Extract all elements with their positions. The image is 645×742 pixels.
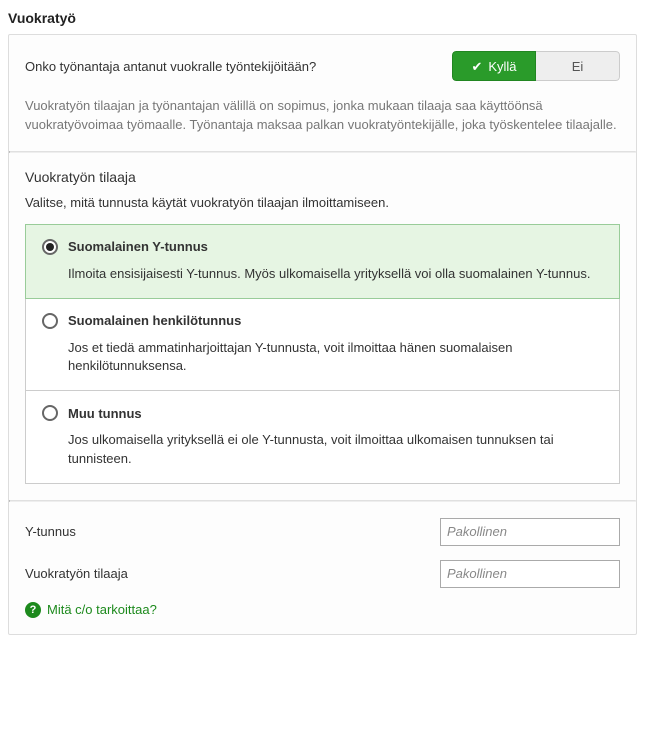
tilaaja-heading: Vuokratyön tilaaja (25, 169, 620, 185)
ytunnus-input[interactable] (440, 518, 620, 546)
radio-desc: Jos ulkomaisella yrityksellä ei ole Y-tu… (42, 431, 603, 469)
form-row-ytunnus: Y-tunnus (25, 518, 620, 546)
main-panel: Onko työnantaja antanut vuokralle työnte… (8, 34, 637, 635)
help-link[interactable]: Mitä c/o tarkoittaa? (47, 602, 157, 617)
radio-label: Muu tunnus (68, 406, 142, 421)
toggle-yes-label: Kyllä (488, 59, 516, 74)
radio-option-henkilotunnus[interactable]: Suomalainen henkilötunnus Jos et tiedä a… (25, 299, 620, 392)
page-title: Vuokratyö (8, 6, 637, 34)
toggle-no-label: Ei (572, 59, 584, 74)
ytunnus-label: Y-tunnus (25, 524, 76, 539)
question-row: Onko työnantaja antanut vuokralle työnte… (25, 51, 620, 81)
radio-desc: Jos et tiedä ammatinharjoittajan Y-tunnu… (42, 339, 603, 377)
radio-icon (42, 313, 58, 329)
radio-option-muu[interactable]: Muu tunnus Jos ulkomaisella yrityksellä … (25, 391, 620, 484)
radio-label: Suomalainen henkilötunnus (68, 313, 241, 328)
question-text: Onko työnantaja antanut vuokralle työnte… (25, 59, 316, 74)
info-icon: ? (25, 602, 41, 618)
radio-list: Suomalainen Y-tunnus Ilmoita ensisijaise… (25, 224, 620, 484)
radio-option-ytunnus[interactable]: Suomalainen Y-tunnus Ilmoita ensisijaise… (25, 224, 620, 299)
check-icon: ✔ (471, 60, 482, 73)
radio-label: Suomalainen Y-tunnus (68, 239, 208, 254)
toggle-yes-button[interactable]: ✔ Kyllä (452, 51, 536, 81)
radio-desc: Ilmoita ensisijaisesti Y-tunnus. Myös ul… (42, 265, 603, 284)
tilaaja-desc: Valitse, mitä tunnusta käytät vuokratyön… (25, 195, 620, 210)
tilaaja-input[interactable] (440, 560, 620, 588)
yes-no-toggle: ✔ Kyllä Ei (452, 51, 620, 81)
radio-icon (42, 405, 58, 421)
radio-icon (42, 239, 58, 255)
info-text: Vuokratyön tilaajan ja työnantajan välil… (25, 97, 620, 135)
form-row-tilaaja: Vuokratyön tilaaja (25, 560, 620, 588)
tilaaja-label: Vuokratyön tilaaja (25, 566, 128, 581)
toggle-no-button[interactable]: Ei (536, 51, 620, 81)
